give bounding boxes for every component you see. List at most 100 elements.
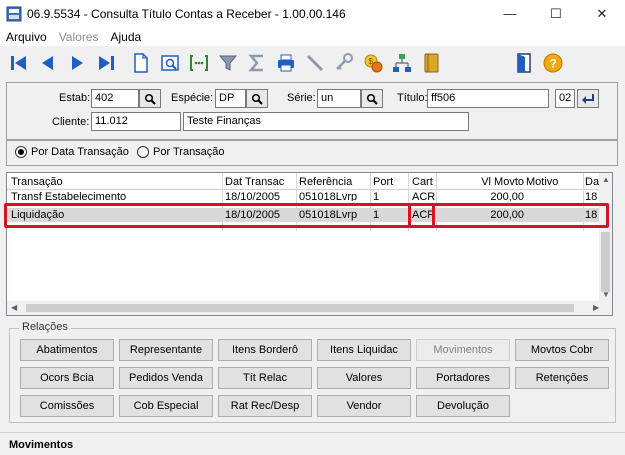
sum-icon[interactable]: [244, 50, 270, 76]
tit-relac-button[interactable]: Tít Relac: [218, 367, 312, 389]
magnifier-icon: [144, 93, 156, 105]
comissoes-button[interactable]: Comissões: [20, 395, 114, 417]
serie-label: Série:: [287, 92, 316, 104]
ocors-bcia-button[interactable]: Ocors Bcia: [20, 367, 114, 389]
valores-button[interactable]: Valores: [317, 367, 411, 389]
status-bar: Movimentos: [0, 432, 625, 455]
pedidos-venda-button[interactable]: Pedidos Venda: [119, 367, 213, 389]
vertical-scroll-thumb[interactable]: [601, 232, 610, 292]
movements-grid[interactable]: Transação Dat Transac Referência Port Ca…: [6, 172, 613, 316]
first-icon[interactable]: [6, 50, 32, 76]
menu-bar: Arquivo Valores Ajuda: [0, 27, 625, 46]
col-vl-movto[interactable]: Vl Movto: [439, 175, 524, 189]
table-row[interactable]: Transf Estabelecimento 18/10/2005 051018…: [7, 189, 607, 201]
header-panel: Estab: 402 Espécie: DP Série: un Título:…: [6, 82, 618, 140]
go-button[interactable]: [577, 89, 599, 108]
magnifier-icon: [366, 93, 378, 105]
estab-field[interactable]: 402: [91, 89, 139, 108]
close-button[interactable]: ✕: [579, 0, 625, 27]
col-referencia[interactable]: Referência: [299, 175, 371, 189]
svg-text:?: ?: [550, 57, 557, 71]
print-icon[interactable]: [273, 50, 299, 76]
enter-arrow-icon: [582, 93, 594, 104]
relacoes-title: Relações: [19, 321, 71, 333]
scroll-left-icon[interactable]: ◀: [11, 303, 17, 312]
table-row-selected[interactable]: Liquidação 18/10/2005 051018Lvrp 1 ACR 2…: [7, 208, 607, 222]
parcela-field[interactable]: 02: [555, 89, 575, 108]
cliente-label: Cliente:: [52, 116, 90, 128]
grid-header: Transação Dat Transac Referência Port Ca…: [7, 173, 607, 190]
notebook-icon[interactable]: [418, 50, 444, 76]
cell-cart: ACR: [412, 209, 436, 221]
maximize-button[interactable]: ☐: [533, 0, 579, 27]
col-port[interactable]: Port: [373, 175, 405, 189]
zoom-document-icon[interactable]: [157, 50, 183, 76]
cell-ref: 051018Lvrp: [299, 191, 358, 201]
cell-transacao: Liquidação: [11, 209, 65, 221]
radio-por-data-transacao[interactable]: Por Data Transação: [15, 146, 129, 158]
scroll-up-icon[interactable]: ▲: [602, 175, 610, 184]
title-bar: 06.9.5534 - Consulta Título Contas a Rec…: [0, 0, 625, 27]
rat-rec-desp-button[interactable]: Rat Rec/Desp: [218, 395, 312, 417]
col-cart[interactable]: Cart: [412, 175, 436, 189]
toolbar: $ ?: [0, 46, 625, 80]
titulo-label: Título:: [397, 92, 428, 104]
filter-radio-panel: Por Data Transação Por Transação: [6, 140, 618, 166]
scroll-right-icon[interactable]: ▶: [593, 303, 599, 312]
menu-arquivo[interactable]: Arquivo: [0, 30, 53, 44]
itens-liquidac-button[interactable]: Itens Liquidac: [317, 339, 411, 361]
scroll-down-icon[interactable]: ▼: [602, 290, 610, 299]
radio-label: Por Data Transação: [31, 146, 129, 158]
pen-icon[interactable]: [302, 50, 328, 76]
exit-icon[interactable]: [511, 50, 537, 76]
app-icon: [6, 6, 22, 21]
especie-label: Espécie:: [171, 92, 214, 104]
cell-cart: ACR: [412, 191, 436, 201]
key-icon[interactable]: [331, 50, 357, 76]
itens-bordero-button[interactable]: Itens Borderô: [218, 339, 312, 361]
estab-zoom-button[interactable]: [139, 89, 161, 108]
new-document-icon[interactable]: [128, 50, 154, 76]
cell-data: 18/10/2005: [225, 191, 281, 201]
horizontal-scrollbar[interactable]: ◀ ▶: [7, 301, 612, 315]
cell-valor: 200,00: [490, 191, 524, 201]
serie-field[interactable]: un: [317, 89, 361, 108]
movtos-cobr-button[interactable]: Movtos Cobr: [515, 339, 609, 361]
magnifier-icon: [251, 93, 263, 105]
help-icon[interactable]: ?: [540, 50, 566, 76]
last-icon[interactable]: [93, 50, 119, 76]
hierarchy-icon[interactable]: [389, 50, 415, 76]
goto-icon[interactable]: [186, 50, 212, 76]
representante-button[interactable]: Representante: [119, 339, 213, 361]
movimentos-button[interactable]: Movimentos: [416, 339, 510, 361]
especie-zoom-button[interactable]: [246, 89, 268, 108]
window-title: 06.9.5534 - Consulta Título Contas a Rec…: [27, 6, 346, 21]
filter-icon[interactable]: [215, 50, 241, 76]
estab-label: Estab:: [59, 92, 91, 104]
abatimentos-button[interactable]: Abatimentos: [20, 339, 114, 361]
vertical-scrollbar[interactable]: ▲ ▼: [599, 173, 612, 302]
menu-valores[interactable]: Valores: [53, 30, 105, 44]
next-icon[interactable]: [64, 50, 90, 76]
col-dat-transac[interactable]: Dat Transac: [225, 175, 295, 189]
horizontal-scroll-thumb[interactable]: [26, 304, 574, 312]
titulo-field[interactable]: ff506: [427, 89, 549, 108]
vendor-button[interactable]: Vendor: [317, 395, 411, 417]
especie-field[interactable]: DP: [215, 89, 246, 108]
menu-ajuda[interactable]: Ajuda: [104, 30, 147, 44]
serie-zoom-button[interactable]: [361, 89, 383, 108]
radio-por-transacao[interactable]: Por Transação: [137, 146, 225, 158]
prev-icon[interactable]: [35, 50, 61, 76]
retencoes-button[interactable]: Retenções: [515, 367, 609, 389]
portadores-button[interactable]: Portadores: [416, 367, 510, 389]
cell-transacao: Transf Estabelecimento: [11, 191, 127, 201]
currency-icon[interactable]: $: [360, 50, 386, 76]
devolucao-button[interactable]: Devolução: [416, 395, 510, 417]
cob-especial-button[interactable]: Cob Especial: [119, 395, 213, 417]
radio-circle: [137, 146, 149, 158]
cliente-code-field[interactable]: 11.012: [91, 112, 181, 131]
radio-label: Por Transação: [153, 146, 225, 158]
col-transacao[interactable]: Transação: [11, 175, 221, 189]
col-motivo[interactable]: Motivo: [526, 175, 582, 189]
minimize-button[interactable]: —: [487, 0, 533, 27]
